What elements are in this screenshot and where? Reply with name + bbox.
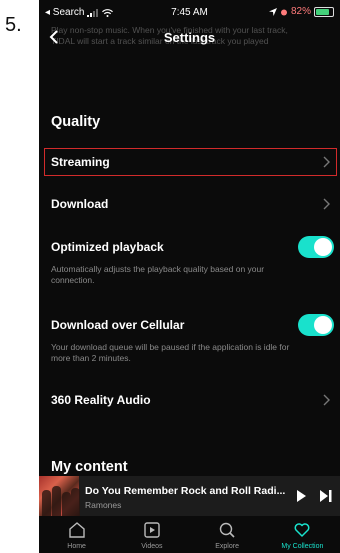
- download-label: Download: [51, 197, 109, 211]
- toggle-knob: [314, 316, 332, 334]
- tab-explore[interactable]: Explore: [190, 516, 265, 553]
- tab-home[interactable]: Home: [39, 516, 114, 553]
- reality-audio-row[interactable]: 360 Reality Audio: [39, 386, 340, 414]
- toggle-knob: [314, 238, 332, 256]
- optimized-playback-label: Optimized playback: [51, 240, 164, 254]
- download-row[interactable]: Download: [39, 190, 340, 218]
- play-icon[interactable]: [296, 490, 306, 502]
- alarm-icon: [280, 9, 287, 15]
- download-cellular-label: Download over Cellular: [51, 318, 185, 332]
- tab-label: Home: [67, 543, 86, 550]
- optimized-playback-toggle[interactable]: [298, 236, 334, 258]
- battery-icon: [314, 6, 334, 17]
- phone-screen: ◂ Search 7:45 AM 82% Play non-stop music…: [39, 0, 340, 553]
- tab-bar: Home Videos Explore My Collection: [39, 516, 340, 553]
- battery-percent: 82%: [290, 6, 311, 17]
- chevron-right-icon: [323, 156, 330, 168]
- tab-label: My Collection: [281, 543, 324, 550]
- step-number: 5.: [5, 14, 22, 36]
- download-cellular-toggle[interactable]: [298, 314, 334, 336]
- heart-icon: [294, 523, 310, 537]
- tab-videos[interactable]: Videos: [114, 516, 189, 553]
- tab-my-collection[interactable]: My Collection: [265, 516, 340, 553]
- video-icon: [144, 522, 160, 538]
- download-cellular-row: Download over Cellular Your download que…: [39, 312, 340, 372]
- optimized-playback-row: Optimized playback Automatically adjusts…: [39, 234, 340, 294]
- tab-label: Explore: [215, 543, 239, 550]
- status-right: 82%: [268, 6, 334, 17]
- my-content-section-title: My content: [51, 459, 128, 475]
- song-title: Do You Remember Rock and Roll Radi...: [85, 485, 286, 497]
- chevron-right-icon: [323, 394, 330, 406]
- streaming-label: Streaming: [51, 155, 110, 169]
- download-cellular-description: Your download queue will be paused if th…: [51, 342, 290, 363]
- location-icon: [268, 7, 277, 16]
- status-bar: ◂ Search 7:45 AM 82%: [39, 0, 340, 28]
- song-artist: Ramones: [85, 500, 122, 510]
- album-art: [39, 476, 80, 516]
- optimized-playback-description: Automatically adjusts the playback quali…: [51, 264, 265, 285]
- reality-audio-label: 360 Reality Audio: [51, 393, 151, 407]
- streaming-row[interactable]: Streaming: [39, 148, 340, 176]
- search-icon: [219, 522, 235, 538]
- skip-next-icon[interactable]: [320, 490, 332, 502]
- page-title: Settings: [163, 30, 216, 45]
- chevron-right-icon: [323, 198, 330, 210]
- quality-section-title: Quality: [51, 114, 101, 130]
- tab-label: Videos: [141, 543, 163, 550]
- mini-player[interactable]: Do You Remember Rock and Roll Radi... Ra…: [39, 476, 340, 516]
- home-icon: [68, 522, 85, 538]
